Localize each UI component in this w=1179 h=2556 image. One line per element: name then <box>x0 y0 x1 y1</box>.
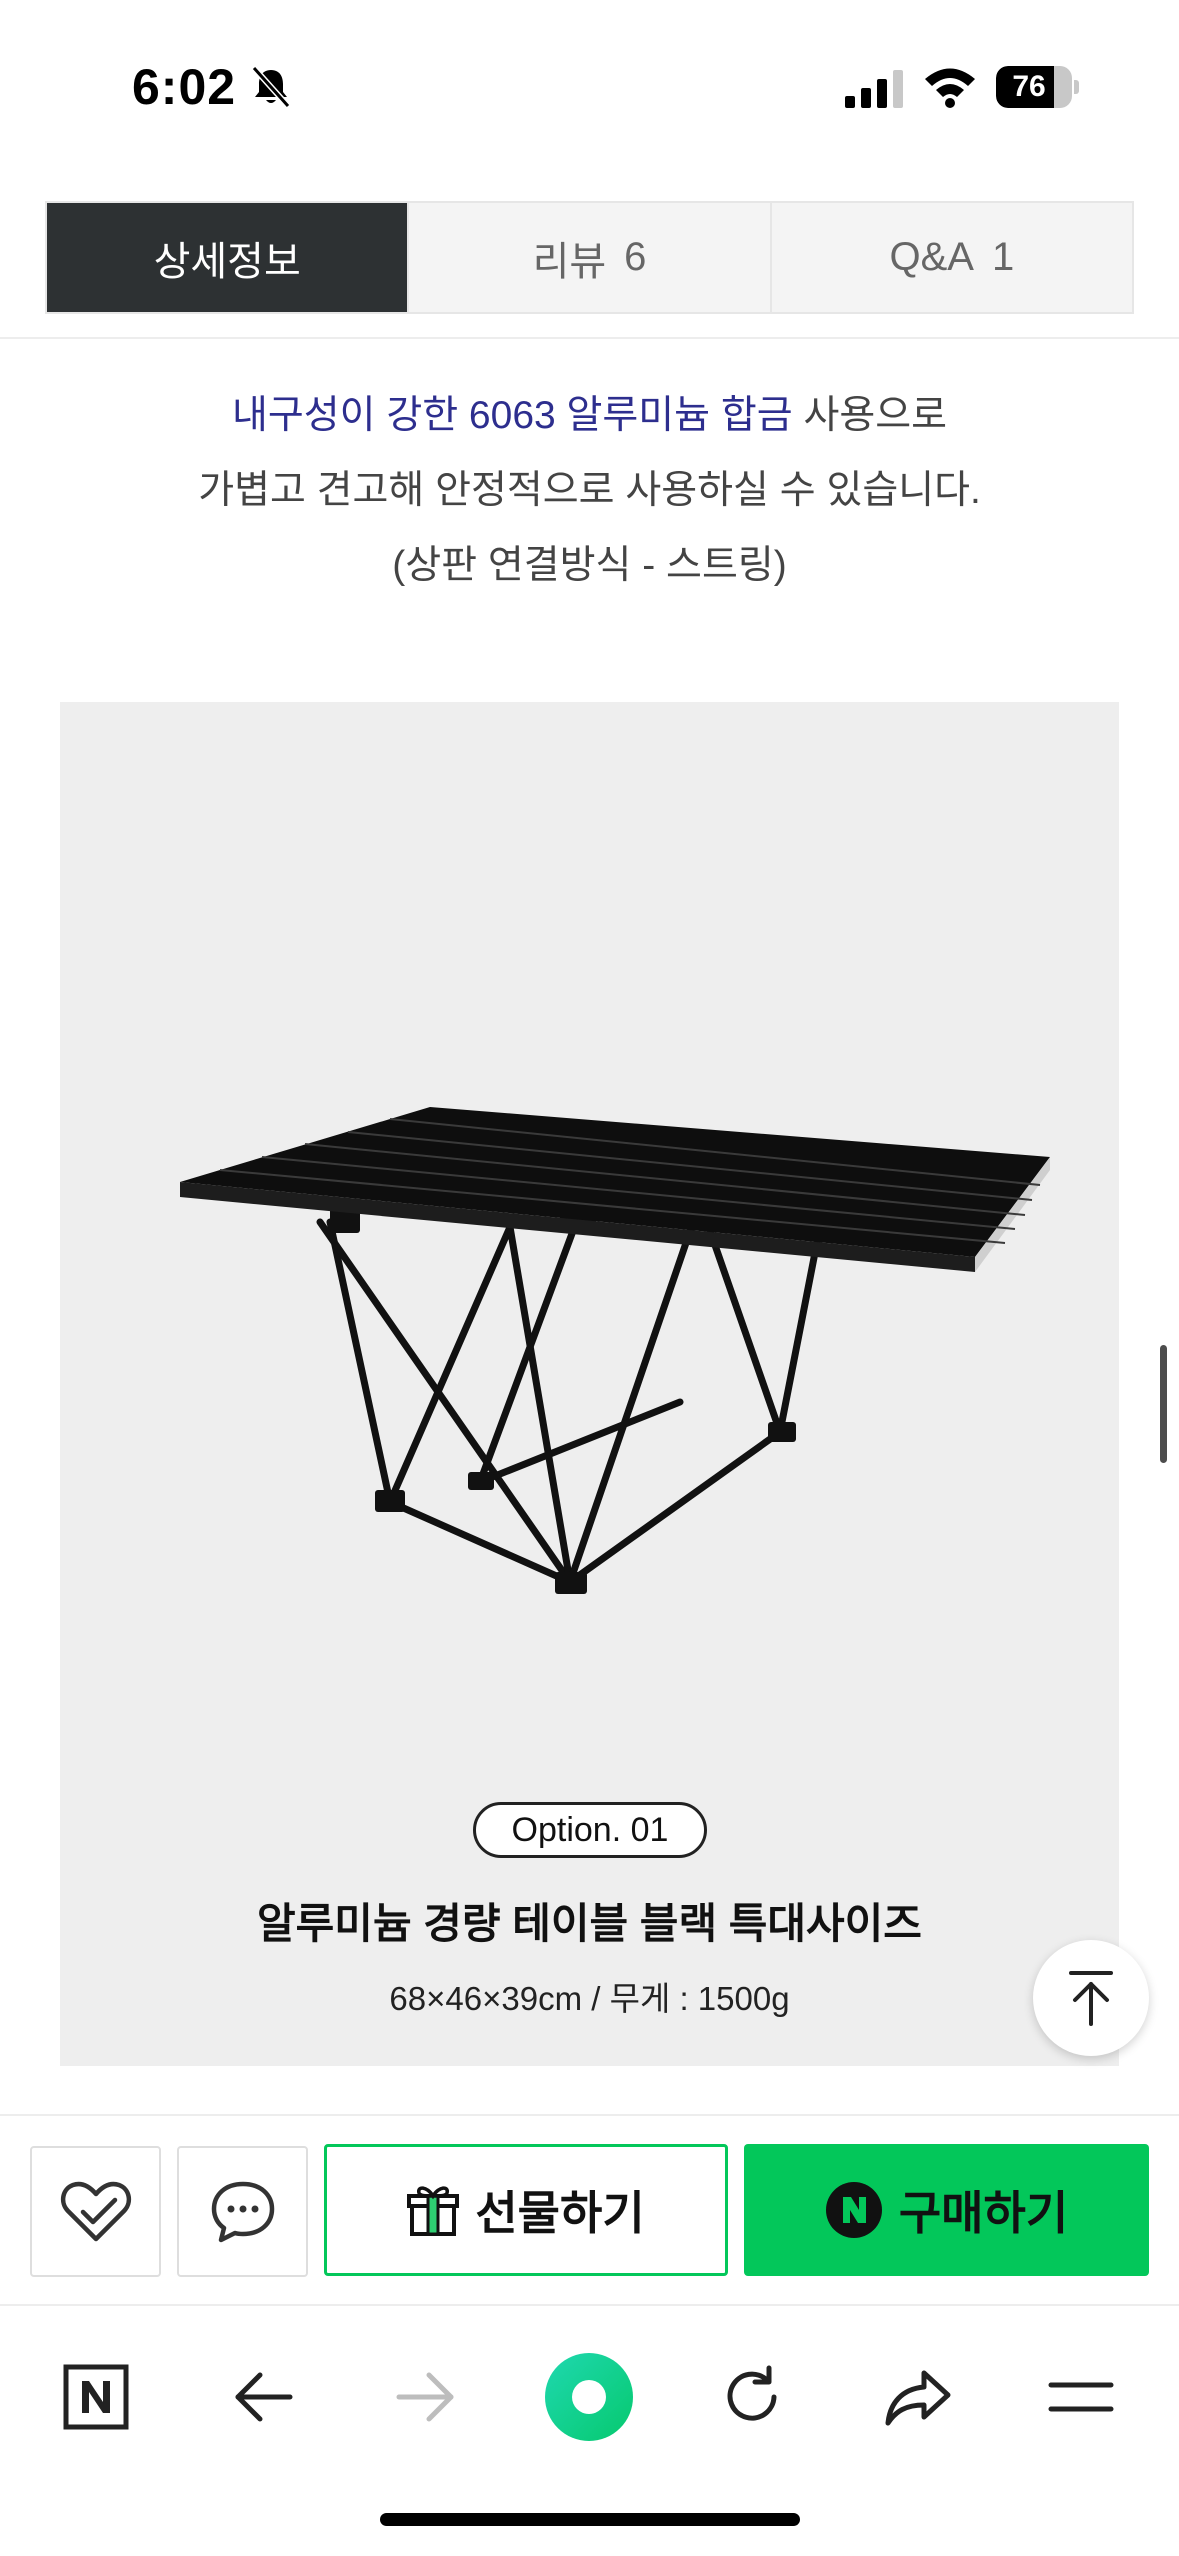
forward-arrow-icon <box>396 2372 454 2422</box>
arrow-up-icon <box>1069 1971 1113 2026</box>
naver-n-icon <box>825 2181 883 2239</box>
description-line-1: 내구성이 강한 6063 알루미늄 합금 사용으로 <box>0 378 1179 453</box>
green-dot-icon <box>545 2353 633 2441</box>
description-line-3: (상판 연결방식 - 스트링) <box>392 544 787 587</box>
option-badge: Option. 01 <box>473 1802 707 1858</box>
tab-detail[interactable]: 상세정보 <box>47 203 410 312</box>
cellular-signal-icon <box>845 70 903 108</box>
gift-button[interactable]: 선물하기 <box>324 2144 728 2276</box>
folding-table-image <box>180 1107 1050 1594</box>
product-spec: 68×46×39cm / 무게 : 1500g <box>389 1980 790 2017</box>
naver-n-home-icon <box>63 2364 129 2430</box>
home-indicator <box>380 2513 800 2526</box>
wifi-icon <box>925 68 975 108</box>
battery-icon: 76 <box>996 66 1079 108</box>
tab-qna-count: 1 <box>991 235 1015 279</box>
purchase-bar: 선물하기 구매하기 <box>0 2114 1179 2304</box>
menu-button[interactable] <box>1036 2352 1126 2442</box>
description-line-1-rest: 사용으로 <box>792 394 948 437</box>
product-name: 알루미늄 경량 테이블 블랙 특대사이즈 <box>257 1900 922 1947</box>
status-bar: 6:02 76 <box>0 0 1179 175</box>
tab-detail-label: 상세정보 <box>153 239 301 284</box>
share-button[interactable] <box>873 2352 963 2442</box>
tab-review-count: 6 <box>624 235 647 279</box>
scrollbar[interactable] <box>1160 1345 1167 1463</box>
gift-box-icon <box>407 2182 460 2238</box>
bell-slash-icon <box>251 65 291 109</box>
chat-bubble-icon <box>211 2181 274 2242</box>
tab-review[interactable]: 리뷰 6 <box>409 203 772 312</box>
product-tabs: 상세정보 리뷰 6 Q&A 1 <box>45 201 1134 314</box>
naver-home-button[interactable] <box>51 2352 141 2442</box>
tab-review-label: 리뷰 <box>532 239 607 284</box>
talk-button[interactable] <box>177 2146 308 2277</box>
tab-qna-label: Q&A <box>889 235 974 279</box>
product-description: 내구성이 강한 6063 알루미늄 합금 사용으로 가볍고 견고해 안정적으로 … <box>0 378 1179 603</box>
description-line-2: 가볍고 견고해 안정적으로 사용하실 수 있습니다. <box>198 469 981 512</box>
buy-label: 구매하기 <box>898 2187 1069 2239</box>
tabs-divider <box>0 337 1179 339</box>
reload-icon <box>727 2365 777 2421</box>
gift-label: 선물하기 <box>475 2187 645 2239</box>
battery-level: 76 <box>1012 70 1046 103</box>
reload-button[interactable] <box>707 2352 797 2442</box>
forward-button[interactable] <box>381 2352 471 2442</box>
description-highlight: 내구성이 강한 6063 알루미늄 합금 <box>231 394 793 437</box>
share-icon <box>885 2370 951 2426</box>
buy-button[interactable]: 구매하기 <box>744 2144 1149 2276</box>
wishlist-button[interactable] <box>30 2146 161 2277</box>
product-image-panel: Option. 01 알루미늄 경량 테이블 블랙 특대사이즈 68×46×39… <box>60 702 1119 2066</box>
green-dot-button[interactable] <box>544 2352 634 2442</box>
status-time: 6:02 <box>132 59 237 115</box>
menu-icon <box>1048 2382 1114 2412</box>
tab-qna[interactable]: Q&A 1 <box>772 203 1132 312</box>
scroll-to-top-button[interactable] <box>1033 1940 1149 2056</box>
heart-check-icon <box>60 2181 131 2241</box>
back-button[interactable] <box>218 2352 308 2442</box>
back-arrow-icon <box>235 2372 293 2422</box>
